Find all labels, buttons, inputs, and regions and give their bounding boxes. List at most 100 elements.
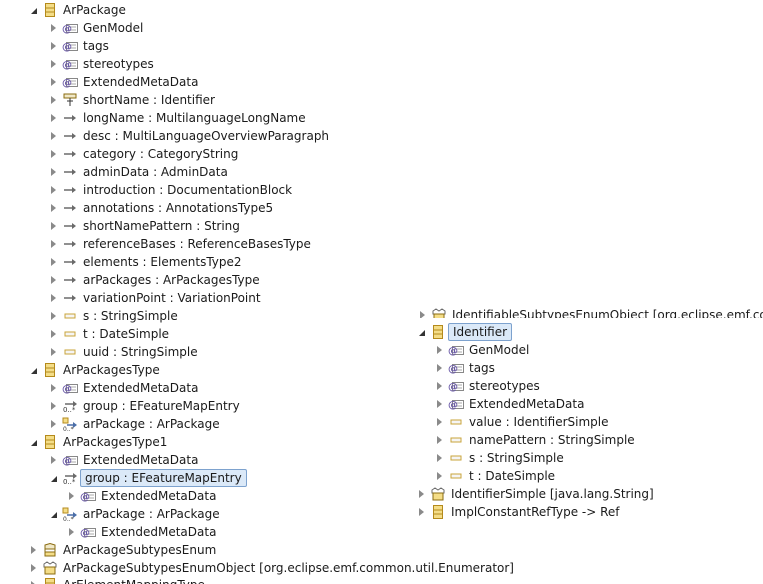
expanded-arrow-icon[interactable]	[48, 509, 58, 519]
tree-node-desc-multilanguageoverviewparagraph[interactable]: desc : MultiLanguageOverviewParagraph	[48, 127, 329, 145]
tree-node-arpackagesubtypesenumobject-org-eclipse-emf-common-util-enumerator[interactable]: ArPackageSubtypesEnumObject [org.eclipse…	[28, 559, 514, 577]
collapsed-arrow-icon[interactable]	[434, 453, 444, 463]
expanded-arrow-icon[interactable]	[28, 437, 38, 447]
tree-node-genmodel[interactable]: @ GenModel	[434, 341, 529, 359]
collapsed-arrow-icon[interactable]	[28, 545, 38, 555]
collapsed-arrow-icon[interactable]	[48, 131, 58, 141]
collapsed-arrow-icon[interactable]	[416, 507, 426, 517]
collapsed-arrow-icon[interactable]	[48, 185, 58, 195]
tree-node-tags[interactable]: @ tags	[48, 37, 109, 55]
collapsed-arrow-icon[interactable]	[28, 563, 38, 573]
collapsed-arrow-icon[interactable]	[48, 275, 58, 285]
collapsed-arrow-icon[interactable]	[417, 310, 427, 318]
collapsed-arrow-icon[interactable]	[48, 347, 58, 357]
reference-icon	[62, 272, 78, 288]
tree-node-identifiablesubtypesenumobject-org-eclipse-emf-comm[interactable]: IdentifiableSubtypesEnumObject [org.ecli…	[417, 306, 763, 318]
tree-node-referencebases-referencebasestype[interactable]: referenceBases : ReferenceBasesType	[48, 235, 311, 253]
tree-node-longname-multilanguagelongname[interactable]: longName : MultilanguageLongName	[48, 109, 306, 127]
expanded-arrow-icon[interactable]	[28, 365, 38, 375]
attribute-icon	[448, 468, 464, 484]
collapsed-arrow-icon[interactable]	[28, 580, 38, 584]
tree-node-stereotypes[interactable]: @ stereotypes	[48, 55, 154, 73]
collapsed-arrow-icon[interactable]	[48, 149, 58, 159]
tree-node-s-stringsimple[interactable]: s : StringSimple	[434, 449, 564, 467]
tree-node-identifier[interactable]: Identifier	[416, 323, 513, 341]
tree-node-extendedmetadata[interactable]: @ ExtendedMetaData	[66, 487, 216, 505]
collapsed-arrow-icon[interactable]	[48, 419, 58, 429]
collapsed-arrow-icon[interactable]	[434, 417, 444, 427]
tree-node-admindata-admindata[interactable]: adminData : AdminData	[48, 163, 228, 181]
tree-node-shortname-identifier[interactable]: shortName : Identifier	[48, 91, 215, 109]
tree-node-group-efeaturemapentry[interactable]: 0..* group : EFeatureMapEntry	[48, 469, 247, 487]
attribute-icon	[62, 326, 78, 342]
tree-node-elements-elementstype2[interactable]: elements : ElementsType2	[48, 253, 242, 271]
tree-node-genmodel[interactable]: @ GenModel	[48, 19, 143, 37]
expanded-arrow-icon[interactable]	[48, 473, 58, 483]
tree-node-s-stringsimple[interactable]: s : StringSimple	[48, 307, 178, 325]
tree-node-extendedmetadata[interactable]: @ ExtendedMetaData	[434, 395, 584, 413]
tree-node-variationpoint-variationpoint[interactable]: variationPoint : VariationPoint	[48, 289, 261, 307]
tree-node-t-datesimple[interactable]: t : DateSimple	[434, 467, 555, 485]
annotation-icon: @	[62, 20, 78, 36]
tree-node-group-efeaturemapentry[interactable]: 0..* group : EFeatureMapEntry	[48, 397, 240, 415]
collapsed-arrow-icon[interactable]	[48, 59, 58, 69]
tree-node-uuid-stringsimple[interactable]: uuid : StringSimple	[48, 343, 198, 361]
tree-node-arpackagestype[interactable]: ArPackagesType	[28, 361, 160, 379]
tree-node-annotations-annotationstype5[interactable]: annotations : AnnotationsType5	[48, 199, 273, 217]
tree-node-t-datesimple[interactable]: t : DateSimple	[48, 325, 169, 343]
collapsed-arrow-icon[interactable]	[48, 329, 58, 339]
collapsed-arrow-icon[interactable]	[48, 293, 58, 303]
collapsed-arrow-icon[interactable]	[48, 455, 58, 465]
tree-node-arpackages-arpackagestype[interactable]: arPackages : ArPackagesType	[48, 271, 260, 289]
collapsed-arrow-icon[interactable]	[434, 345, 444, 355]
tree-node-arpackage-arpackage[interactable]: 0..* arPackage : ArPackage	[48, 505, 220, 523]
tree-node-extendedmetadata[interactable]: @ ExtendedMetaData	[48, 451, 198, 469]
tree-node-introduction-documentationblock[interactable]: introduction : DocumentationBlock	[48, 181, 292, 199]
tree-node-arpackagestype1[interactable]: ArPackagesType1	[28, 433, 167, 451]
collapsed-arrow-icon[interactable]	[434, 399, 444, 409]
collapsed-arrow-icon[interactable]	[416, 489, 426, 499]
collapsed-arrow-icon[interactable]	[48, 239, 58, 249]
tree-node-extendedmetadata[interactable]: @ ExtendedMetaData	[66, 523, 216, 541]
collapsed-arrow-icon[interactable]	[48, 221, 58, 231]
tree-node-identifiersimple-java-lang-string[interactable]: IdentifierSimple [java.lang.String]	[416, 485, 654, 503]
collapsed-arrow-icon[interactable]	[434, 381, 444, 391]
tree-node-arpackage[interactable]: ArPackage	[28, 1, 126, 19]
collapsed-arrow-icon[interactable]	[48, 77, 58, 87]
svg-text:@: @	[62, 78, 72, 89]
collapsed-arrow-icon[interactable]	[48, 113, 58, 123]
tree-node-label: arPackage : ArPackage	[83, 507, 220, 521]
collapsed-arrow-icon[interactable]	[66, 527, 76, 537]
collapsed-arrow-icon[interactable]	[66, 491, 76, 501]
svg-text:@: @	[448, 382, 458, 393]
expanded-arrow-icon[interactable]	[416, 327, 426, 337]
collapsed-arrow-icon[interactable]	[48, 311, 58, 321]
collapsed-arrow-icon[interactable]	[48, 167, 58, 177]
tree-node-stereotypes[interactable]: @ stereotypes	[434, 377, 540, 395]
reference-icon	[62, 236, 78, 252]
tree-node-arelementmappingtype[interactable]: ArElementMappingType	[28, 576, 205, 584]
left-bottom-partial-clip: ArElementMappingType	[0, 576, 420, 584]
tree-node-extendedmetadata[interactable]: @ ExtendedMetaData	[48, 73, 198, 91]
collapsed-arrow-icon[interactable]	[48, 203, 58, 213]
collapsed-arrow-icon[interactable]	[434, 435, 444, 445]
tree-node-namepattern-stringsimple[interactable]: namePattern : StringSimple	[434, 431, 635, 449]
tree-node-category-categorystring[interactable]: category : CategoryString	[48, 145, 238, 163]
collapsed-arrow-icon[interactable]	[48, 401, 58, 411]
collapsed-arrow-icon[interactable]	[48, 41, 58, 51]
tree-node-arpackage-arpackage[interactable]: 0..* arPackage : ArPackage	[48, 415, 220, 433]
tree-node-shortnamepattern-string[interactable]: shortNamePattern : String	[48, 217, 240, 235]
collapsed-arrow-icon[interactable]	[434, 471, 444, 481]
collapsed-arrow-icon[interactable]	[48, 95, 58, 105]
tree-node-arpackagesubtypesenum[interactable]: ArPackageSubtypesEnum	[28, 541, 216, 559]
collapsed-arrow-icon[interactable]	[48, 23, 58, 33]
collapsed-arrow-icon[interactable]	[48, 257, 58, 267]
expanded-arrow-icon[interactable]	[28, 5, 38, 15]
tree-node-extendedmetadata[interactable]: @ ExtendedMetaData	[48, 379, 198, 397]
tree-node-implconstantreftype-ref[interactable]: ImplConstantRefType -> Ref	[416, 503, 620, 521]
tree-node-tags[interactable]: @ tags	[434, 359, 495, 377]
collapsed-arrow-icon[interactable]	[434, 363, 444, 373]
tree-node-label: GenModel	[469, 343, 530, 357]
collapsed-arrow-icon[interactable]	[48, 383, 58, 393]
tree-node-value-identifiersimple[interactable]: value : IdentifierSimple	[434, 413, 608, 431]
